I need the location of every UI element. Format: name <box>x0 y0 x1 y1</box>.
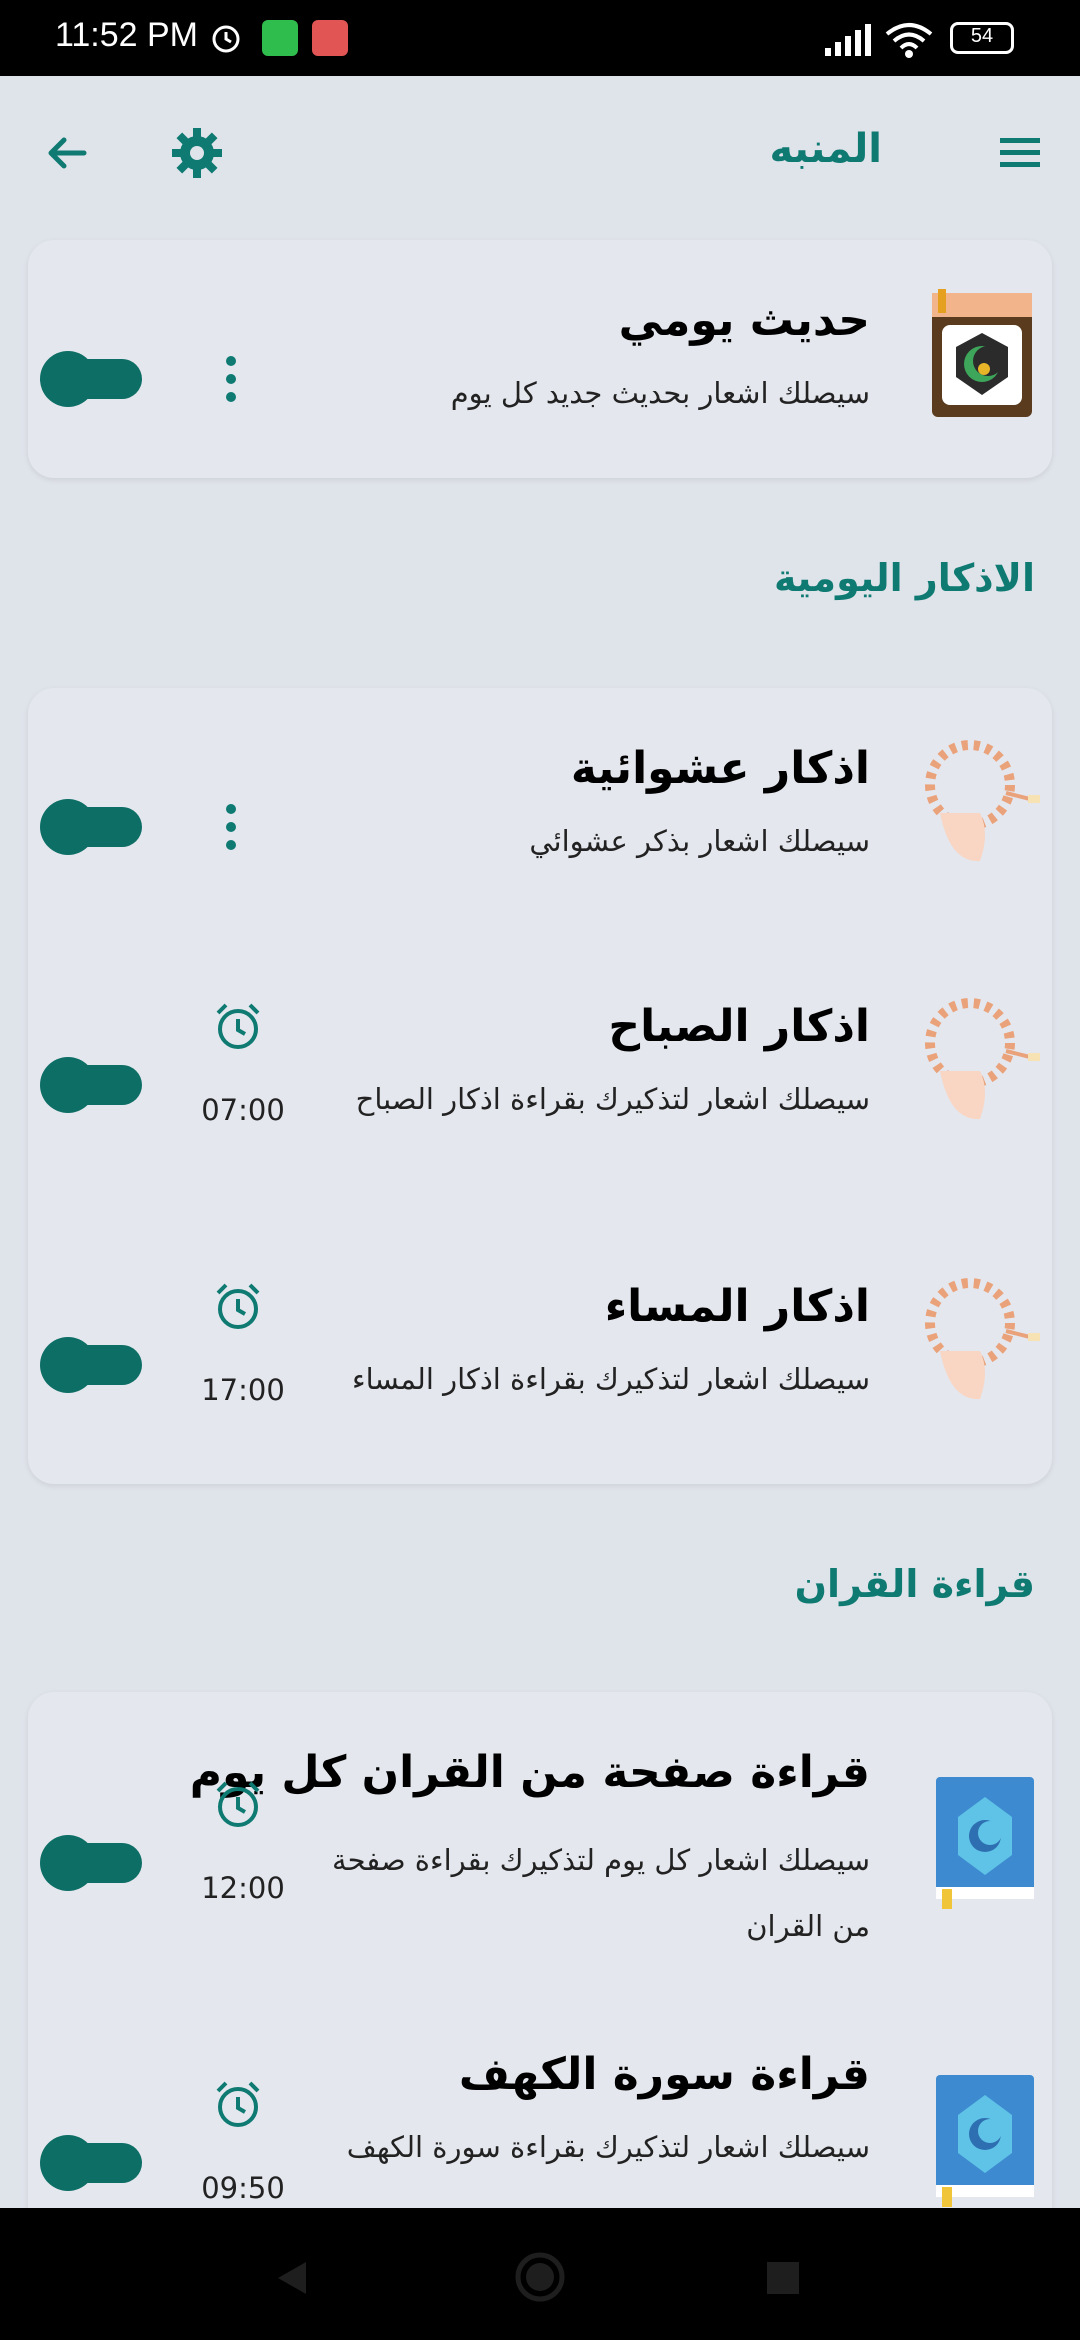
item-description: سيصلك اشعار لتذكيرك بقراءة اذكار الصباح <box>355 1082 870 1116</box>
item-title: اذكار عشوائية <box>570 743 870 794</box>
section-title-quran: قراءة القران <box>794 1562 1035 1606</box>
azkar-card: اذكار عشوائية سيصلك اشعار بذكر عشوائي اذ… <box>28 688 1052 1484</box>
alarm-clock-icon[interactable] <box>212 1001 264 1053</box>
hadith-card: حديث يومي سيصلك اشعار بحديث جديد كل يوم <box>28 240 1052 478</box>
item-title: حديث يومي <box>618 295 870 346</box>
item-description: سيصلك اشعار لتذكيرك بقراءة سورة الكهف <box>346 2130 870 2164</box>
nav-back-icon[interactable] <box>272 2258 312 2298</box>
page-title: المنبه <box>769 126 882 172</box>
alarm-clock-icon[interactable] <box>212 1779 264 1831</box>
status-bar: 11:52 PM 54 <box>0 0 1080 76</box>
gear-icon[interactable] <box>170 126 224 180</box>
item-description: سيصلك اشعار كل يوم لتذكيرك بقراءة صفحة م… <box>332 1843 870 1943</box>
app-bar: المنبه <box>0 76 1080 231</box>
toggle-switch[interactable] <box>40 799 142 855</box>
item-title: اذكار المساء <box>604 1281 870 1332</box>
toggle-switch[interactable] <box>40 2135 142 2191</box>
alarm-clock-icon[interactable] <box>212 1281 264 1333</box>
alarm-status-icon <box>212 25 240 53</box>
battery-icon: 54 <box>950 22 1014 54</box>
more-options-icon[interactable] <box>224 803 238 851</box>
alarm-item-morning-azkar[interactable]: اذكار الصباح سيصلك اشعار لتذكيرك بقراءة … <box>28 998 1052 1201</box>
toggle-switch[interactable] <box>40 351 142 407</box>
alarm-time[interactable]: 12:00 <box>198 1871 288 1905</box>
alarm-item-random-azkar[interactable]: اذكار عشوائية سيصلك اشعار بذكر عشوائي <box>28 740 1052 943</box>
alarm-time[interactable]: 07:00 <box>198 1093 288 1127</box>
item-title: قراءة سورة الكهف <box>458 2049 870 2100</box>
toggle-switch[interactable] <box>40 1835 142 1891</box>
section-title-azkar: الاذكار اليومية <box>773 556 1035 600</box>
prayer-beads-icon <box>925 740 1040 862</box>
item-description: سيصلك اشعار لتذكيرك بقراءة اذكار المساء <box>351 1362 870 1396</box>
prayer-beads-icon <box>925 998 1040 1120</box>
alarm-item-hadith[interactable]: حديث يومي سيصلك اشعار بحديث جديد كل يوم <box>28 289 1052 495</box>
sound-notification-icon <box>312 20 348 56</box>
system-nav-bar <box>0 2208 1080 2340</box>
toggle-switch[interactable] <box>40 1337 142 1393</box>
quran-book-icon <box>936 1777 1034 1909</box>
alarm-item-evening-azkar[interactable]: اذكار المساء سيصلك اشعار لتذكيرك بقراءة … <box>28 1278 1052 1481</box>
item-description: سيصلك اشعار بذكر عشوائي <box>529 824 870 858</box>
more-options-icon[interactable] <box>224 355 238 403</box>
prayer-beads-icon <box>925 1278 1040 1400</box>
hadith-book-icon <box>932 289 1032 417</box>
nav-home-icon[interactable] <box>513 2250 567 2304</box>
item-title: اذكار الصباح <box>608 1001 870 1052</box>
wifi-icon <box>885 23 933 58</box>
back-arrow-icon[interactable] <box>40 126 94 180</box>
battery-level: 54 <box>970 25 994 47</box>
nav-recents-icon[interactable] <box>765 2260 801 2296</box>
toggle-switch[interactable] <box>40 1057 142 1113</box>
signal-icon <box>825 24 871 56</box>
alarm-clock-icon[interactable] <box>212 2079 264 2131</box>
quran-book-icon <box>936 2075 1034 2207</box>
item-title: قراءة صفحة من القران كل يوم <box>189 1747 870 1798</box>
whatsapp-icon <box>262 20 298 56</box>
alarm-time[interactable]: 09:50 <box>198 2171 288 2205</box>
alarm-item-daily-quran-page[interactable]: قراءة صفحة من القران كل يوم سيصلك اشعار … <box>28 1747 1052 1977</box>
alarm-time[interactable]: 17:00 <box>198 1373 288 1407</box>
status-time: 11:52 PM <box>55 16 199 54</box>
item-description: سيصلك اشعار بحديث جديد كل يوم <box>450 376 870 410</box>
menu-icon[interactable] <box>992 124 1048 180</box>
